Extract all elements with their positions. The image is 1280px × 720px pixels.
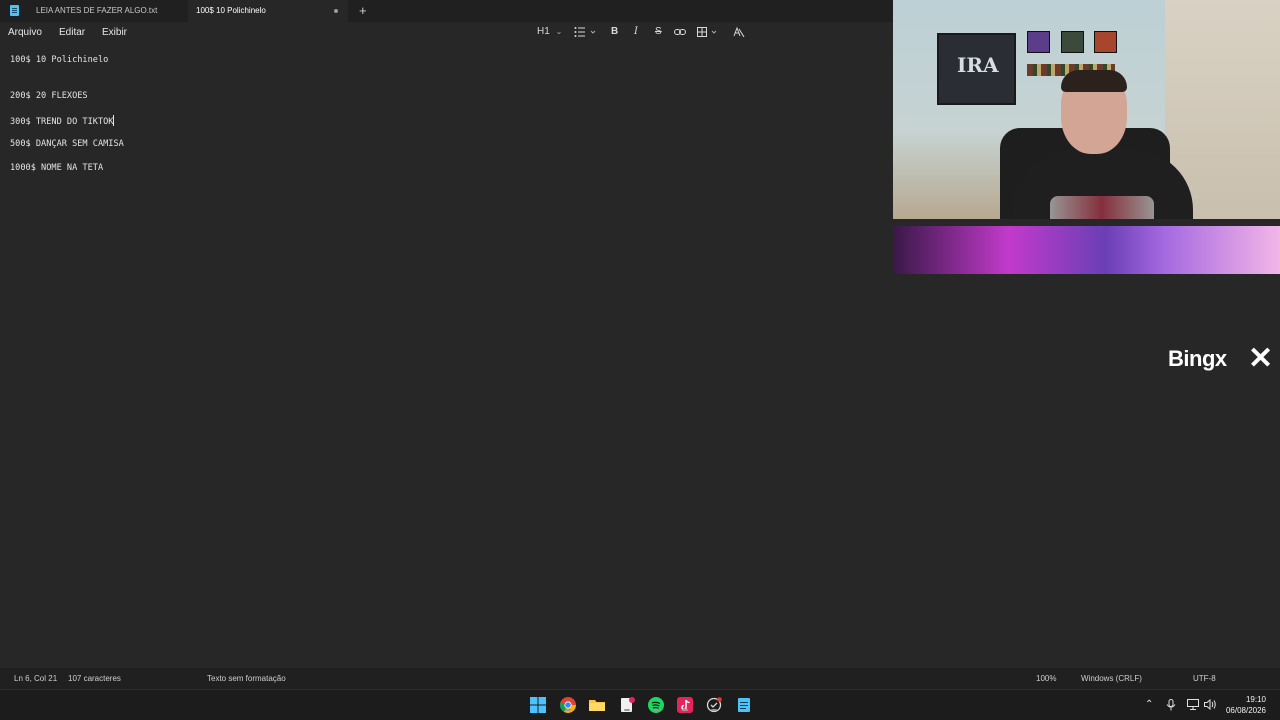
strikethrough-button[interactable]: S <box>655 26 662 37</box>
encoding[interactable]: UTF-8 <box>1193 674 1216 683</box>
text-caret <box>113 115 115 126</box>
strikethrough-icon: S <box>655 26 662 37</box>
system-clock[interactable]: 19:10 06/08/2026 <box>1226 694 1266 716</box>
italic-button[interactable]: I <box>634 26 638 37</box>
webcam-frame <box>1094 31 1117 53</box>
italic-icon: I <box>634 26 638 37</box>
clear-formatting-icon <box>733 26 745 38</box>
editor-line: 200$ 20 FLEXOES <box>10 91 88 101</box>
menu-arquivo[interactable]: Arquivo <box>8 27 42 38</box>
editor-line: 300$ TREND DO TIKTOK <box>10 115 115 127</box>
editor-line: 1000$ NOME NA TETA <box>10 163 104 173</box>
tab-bar: LEIA ANTES DE FAZER ALGO.txt 100$ 10 Pol… <box>0 0 893 22</box>
cursor-position: Ln 6, Col 21 <box>14 674 58 683</box>
sponsor-logo-wordmark: Bingx <box>1168 346 1227 371</box>
menu-editar[interactable]: Editar <box>59 27 85 38</box>
webcam-feed: IRA <box>893 0 1280 219</box>
sponsor-logo: Bingx ✕ <box>1168 344 1273 376</box>
chrome-icon[interactable] <box>560 697 576 713</box>
status-bar: Ln 6, Col 21 107 caracteres Texto sem fo… <box>0 668 1280 689</box>
chevron-up-icon[interactable]: ⌃ <box>1145 699 1153 710</box>
editor-line-text: 300$ TREND DO TIKTOK <box>10 117 114 127</box>
microphone-icon[interactable] <box>1166 699 1176 714</box>
format-mode[interactable]: Texto sem formatação <box>207 674 286 683</box>
list-icon <box>574 27 596 37</box>
poster-text: IRA <box>957 53 999 77</box>
new-tab-button[interactable]: + <box>359 3 367 18</box>
running-indicator <box>711 709 717 711</box>
clock-date: 06/08/2026 <box>1225 706 1266 715</box>
menu-bar: Arquivo Editar Exibir H1 ⌄ B I S <box>0 22 893 44</box>
link-button[interactable] <box>674 26 686 38</box>
windows-start-icon[interactable] <box>530 697 546 713</box>
line-ending[interactable]: Windows (CRLF) <box>1081 674 1142 683</box>
webcam-person-hair <box>1061 70 1127 92</box>
menu-exibir[interactable]: Exibir <box>102 27 127 38</box>
clear-formatting-button[interactable] <box>733 26 745 38</box>
tab-label: 100$ 10 Polichinelo <box>196 6 266 15</box>
bold-icon: B <box>611 26 619 37</box>
char-count: 107 caracteres <box>68 674 121 683</box>
link-icon <box>674 29 686 35</box>
running-indicator <box>565 709 571 711</box>
bold-button[interactable]: B <box>611 26 618 37</box>
running-indicator <box>653 709 659 711</box>
text-editor[interactable]: 100$ 10 Polichinelo 200$ 20 FLEXOES 300$… <box>0 44 893 668</box>
tab-leia-antes[interactable]: LEIA ANTES DE FAZER ALGO.txt <box>28 0 188 22</box>
network-icon[interactable] <box>1187 699 1199 713</box>
taskbar: ⌃ 19:10 06/08/2026 <box>0 689 1280 720</box>
notepad-icon[interactable] <box>736 697 752 713</box>
tiktok-icon[interactable] <box>677 697 693 713</box>
tab-polichinelo[interactable]: 100$ 10 Polichinelo <box>188 0 348 22</box>
running-indicator <box>682 709 688 711</box>
spotify-icon[interactable] <box>648 697 664 713</box>
editor-line: 500$ DANÇAR SEM CAMISA <box>10 139 124 149</box>
chevron-down-icon: ⌄ <box>555 27 563 36</box>
table-icon <box>697 27 717 37</box>
heading-dropdown[interactable]: H1 ⌄ <box>537 26 562 37</box>
list-button[interactable] <box>574 26 596 38</box>
stream-overlay-band <box>893 226 1280 274</box>
heading-label: H1 <box>537 26 550 37</box>
editor-line: 100$ 10 Polichinelo <box>10 55 109 65</box>
table-button[interactable] <box>697 26 721 38</box>
zoom-level[interactable]: 100% <box>1036 674 1056 683</box>
file-explorer-icon[interactable] <box>589 697 605 713</box>
active-indicator <box>739 709 749 711</box>
webcam-poster: IRA <box>937 33 1016 105</box>
clock-time: 19:10 <box>1245 695 1266 704</box>
unsaved-dot-icon[interactable] <box>334 9 338 13</box>
webcam-frame <box>1061 31 1084 53</box>
running-indicator <box>624 709 630 711</box>
webcam-frame <box>1027 31 1050 53</box>
webcam-shirt-print <box>1050 196 1154 219</box>
notepad-app-icon <box>10 5 19 16</box>
tab-label: LEIA ANTES DE FAZER ALGO.txt <box>36 6 158 15</box>
notes-app-icon[interactable] <box>619 697 635 713</box>
recording-app-icon[interactable] <box>706 697 722 713</box>
volume-icon[interactable] <box>1204 698 1216 713</box>
sponsor-x-icon: ✕ <box>1248 342 1273 375</box>
